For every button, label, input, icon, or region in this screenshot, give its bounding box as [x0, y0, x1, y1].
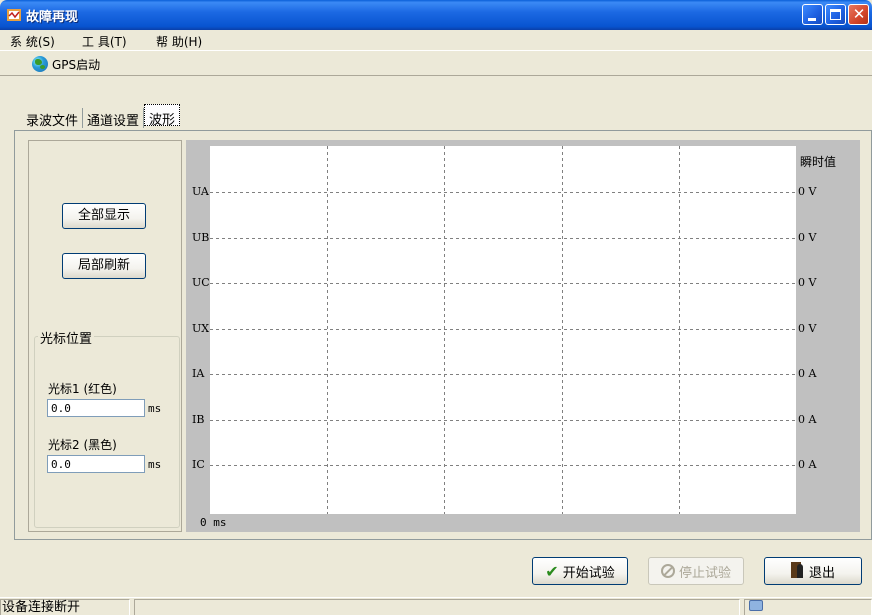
channel-label-ub: UB	[192, 230, 210, 244]
cursor2-field[interactable]	[47, 455, 145, 473]
channel-value-ic: 0 A	[798, 457, 817, 471]
partial-refresh-button[interactable]: 局部刷新	[62, 253, 146, 279]
toolbar: GPS启动	[0, 50, 872, 76]
cursor2-unit: ms	[148, 458, 162, 471]
channel-label-ua: UA	[192, 184, 209, 198]
channel-label-ux: UX	[192, 321, 210, 335]
waveform-grid	[210, 146, 796, 514]
exit-button[interactable]: 退出	[764, 557, 862, 585]
cursor1-label: 光标1 (红色)	[48, 382, 117, 396]
exit-label: 退出	[808, 565, 835, 581]
channel-label-uc: UC	[192, 275, 210, 289]
channel-value-uc: 0 V	[798, 275, 817, 289]
network-icon	[749, 600, 763, 611]
channel-value-ia: 0 A	[798, 366, 817, 380]
title-bar[interactable]: 故障再现 ✕	[0, 0, 872, 30]
channel-label-ib: IB	[192, 412, 205, 426]
menu-help[interactable]: 帮 助(H)	[156, 33, 202, 50]
channel-value-ux: 0 V	[798, 321, 817, 335]
globe-icon	[32, 56, 48, 72]
app-icon	[7, 9, 21, 21]
show-all-button[interactable]: 全部显示	[62, 203, 146, 229]
cursor1-unit: ms	[148, 402, 162, 415]
menu-system[interactable]: 系 统(S)	[10, 33, 55, 50]
maximize-button[interactable]	[825, 4, 846, 25]
minimize-icon	[808, 18, 816, 21]
gps-start-label: GPS启动	[52, 57, 101, 72]
close-icon: ✕	[852, 5, 866, 23]
channel-label-ic: IC	[192, 457, 205, 471]
minimize-button[interactable]	[802, 4, 823, 25]
cursor-position-group	[34, 336, 180, 528]
channel-value-ua: 0 V	[798, 184, 817, 198]
tab-record-file[interactable]: 录波文件	[22, 108, 84, 129]
menu-tools[interactable]: 工 具(T)	[82, 33, 127, 50]
x-start-label: 0 ms	[200, 516, 227, 529]
checkmark-icon: ✔	[545, 561, 559, 581]
status-pane-empty	[134, 599, 740, 615]
status-bar: 设备连接断开	[0, 597, 872, 615]
channel-label-ia: IA	[192, 366, 205, 380]
cursor2-label: 光标2 (黑色)	[48, 438, 117, 452]
menu-bar: 系 统(S) 工 具(T) 帮 助(H)	[0, 30, 872, 50]
connection-status: 设备连接断开	[0, 599, 130, 615]
start-test-button[interactable]: ✔ 开始试验	[532, 557, 628, 585]
stop-icon	[660, 564, 675, 578]
channel-value-ib: 0 A	[798, 412, 817, 426]
tab-waveform[interactable]: 波形	[144, 104, 181, 128]
status-pane-icon	[744, 599, 872, 615]
maximize-icon	[830, 9, 841, 20]
cursor-group-title: 光标位置	[38, 328, 95, 347]
exit-door-icon	[790, 562, 805, 580]
gps-start-button[interactable]: GPS启动	[32, 54, 100, 74]
tab-strip: 录波文件 通道设置 波形	[22, 104, 181, 130]
stop-test-button[interactable]: 停止试验	[648, 557, 744, 585]
tab-channel-settings[interactable]: 通道设置	[83, 108, 145, 129]
channel-value-ub: 0 V	[798, 230, 817, 244]
cursor1-field[interactable]	[47, 399, 145, 417]
window-title: 故障再现	[26, 10, 79, 25]
instant-value-header: 瞬时值	[800, 155, 837, 169]
close-button[interactable]: ✕	[848, 4, 869, 25]
start-test-label: 开始试验	[562, 565, 615, 581]
stop-test-label: 停止试验	[678, 565, 731, 581]
